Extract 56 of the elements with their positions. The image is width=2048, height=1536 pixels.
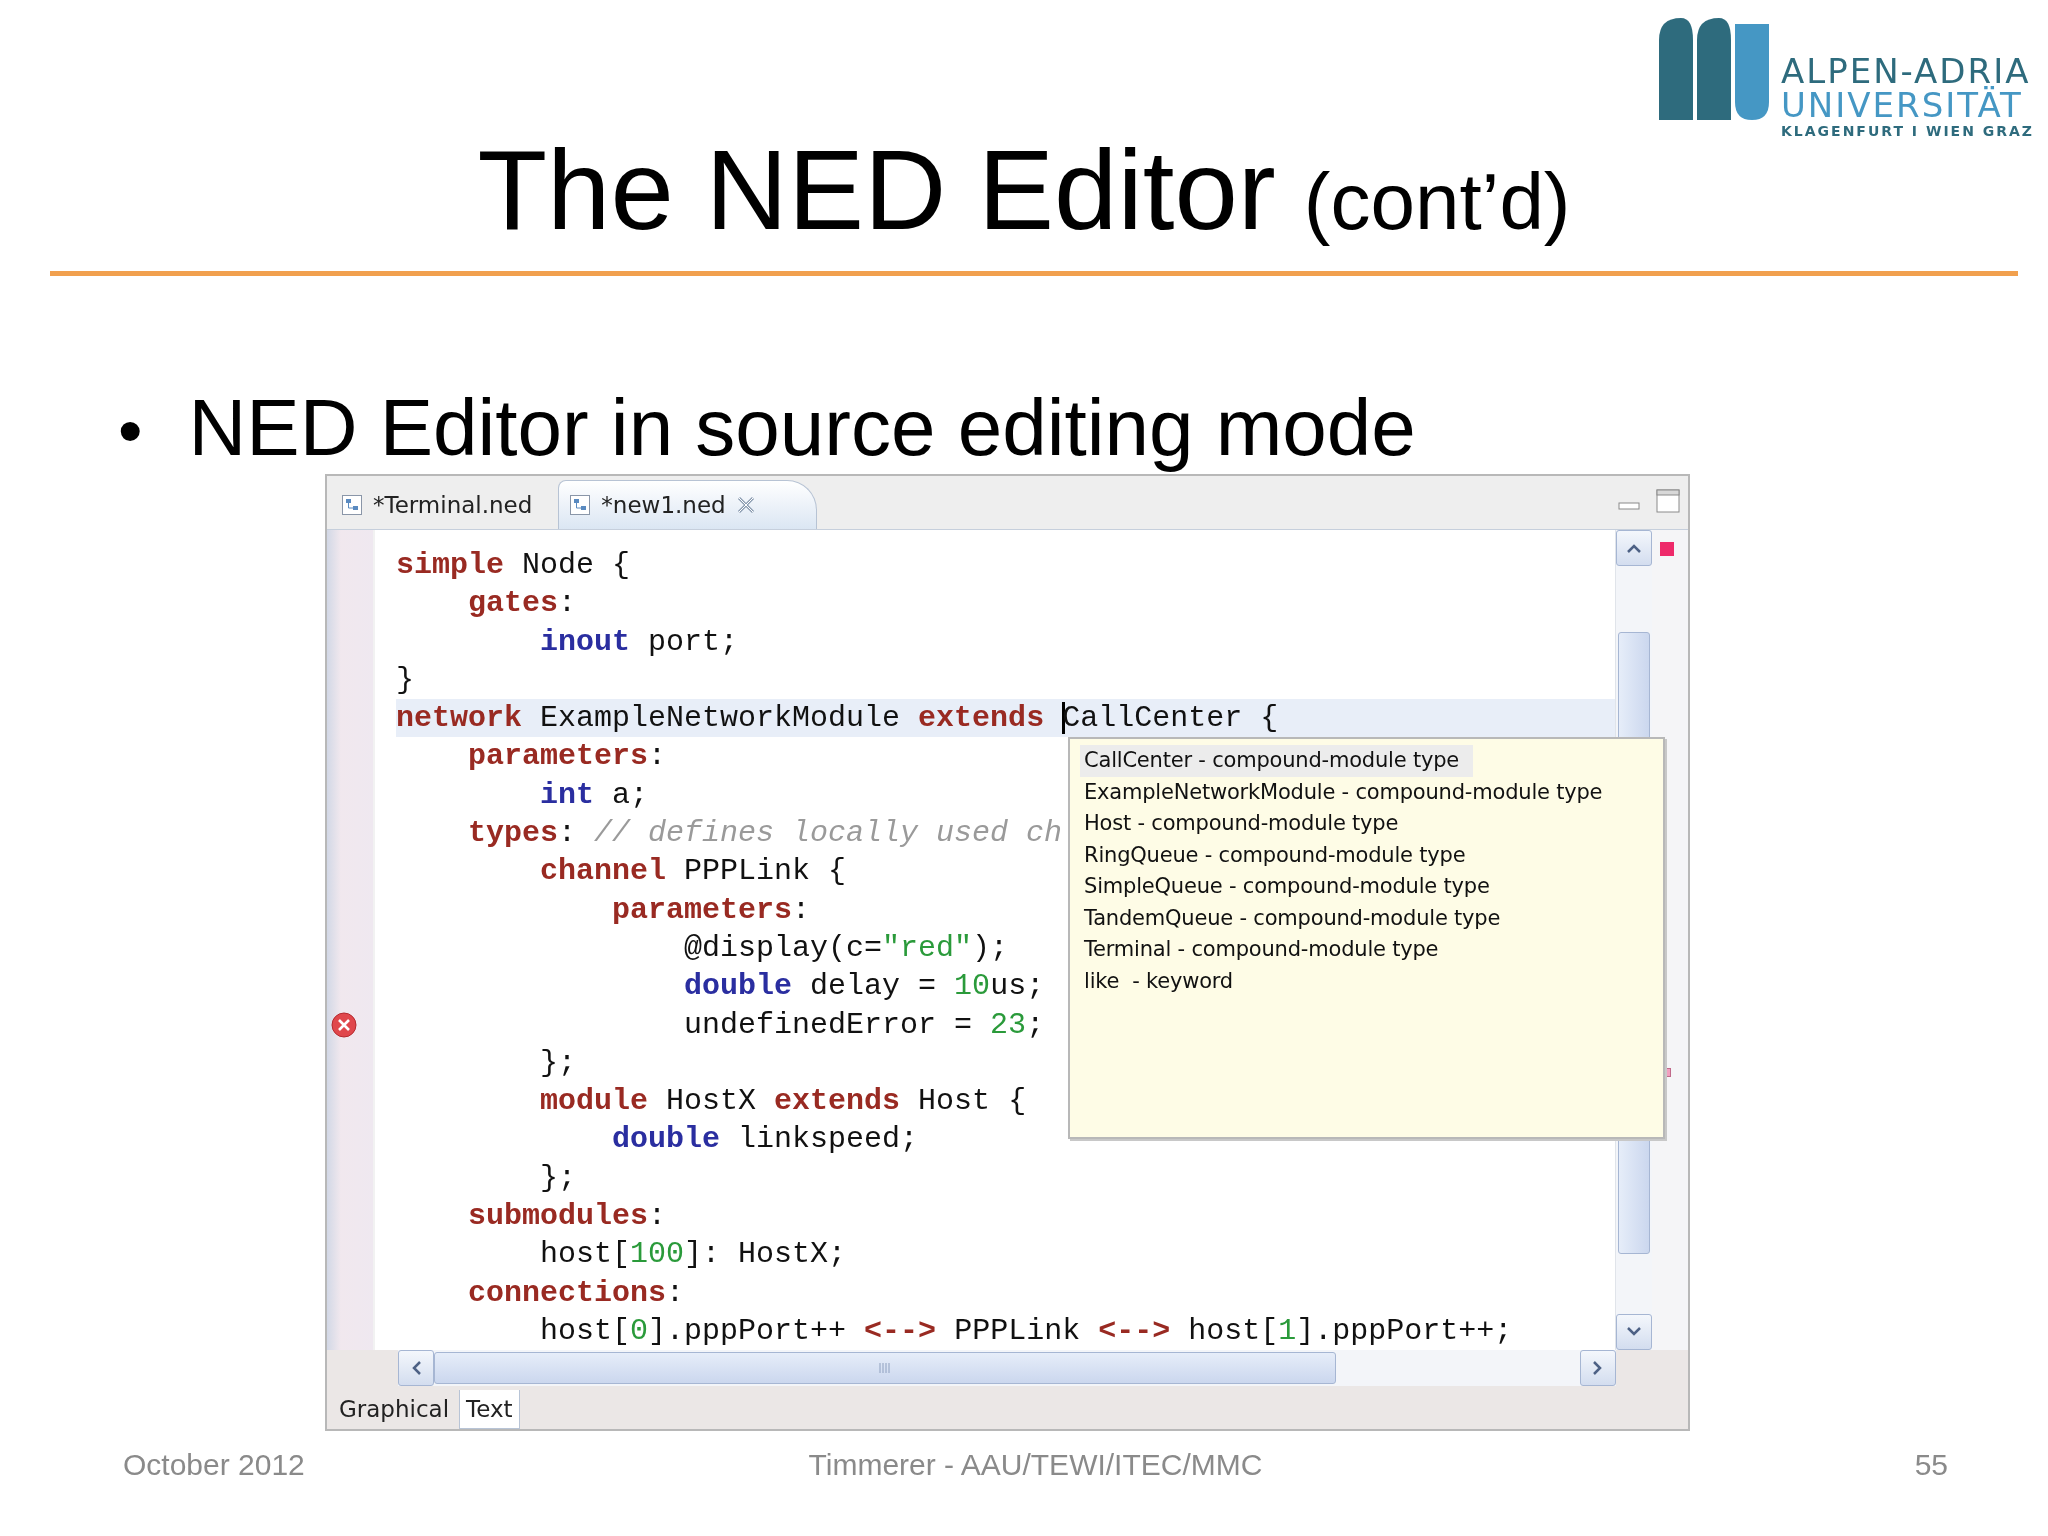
mode-tab[interactable]: Text — [459, 1390, 520, 1429]
page-number: 55 — [1914, 1447, 1948, 1483]
file-icon — [341, 494, 363, 516]
error-marker — [1660, 542, 1674, 556]
code-line: parameters: — [611, 891, 811, 929]
code-line: channel PPPLink { — [539, 853, 847, 891]
code-line: } — [396, 661, 414, 699]
code-line: submodules: — [467, 1198, 667, 1236]
code-line: double delay = 10us; — [683, 968, 1045, 1006]
completion-item[interactable]: Host - compound-module type — [1080, 808, 1413, 840]
code-line: host[100]: HostX; — [539, 1236, 847, 1274]
code-line: undefinedError = 23; — [683, 1006, 1045, 1044]
code-line: inout port; — [539, 623, 739, 661]
bullet-marker: • — [118, 391, 143, 471]
completion-item[interactable]: SimpleQueue - compound-module type — [1080, 871, 1504, 903]
file-tab[interactable]: *new1.ned — [558, 480, 817, 529]
code-line: @display(c="red"); — [683, 929, 1009, 967]
code-line: double linkspeed; — [611, 1121, 919, 1159]
file-tab[interactable]: *Terminal.ned — [331, 481, 553, 529]
completion-item[interactable]: Terminal - compound-module type — [1080, 934, 1453, 966]
chevron-down-icon — [1626, 1327, 1642, 1337]
code-line: }; — [539, 1044, 577, 1082]
code-line: connections: — [467, 1274, 685, 1312]
footer-author: Timmerer - AAU/TEWI/ITEC/MMC — [808, 1447, 1263, 1483]
slide-title-suffix: (cont’d) — [1303, 156, 1571, 248]
file-icon — [569, 494, 592, 516]
code-line: host[0].pppPort++ <--> PPPLink <--> host[1].pppPort++; — [539, 1312, 1513, 1350]
completion-item[interactable]: ExampleNetworkModule - compound-module type — [1080, 776, 1617, 808]
chevron-right-icon — [1593, 1360, 1603, 1376]
code-line: module HostX extends Host { — [539, 1083, 1027, 1121]
chevron-left-icon — [411, 1360, 421, 1376]
logo-wordmark: UNIVERSITÄT — [1780, 88, 2024, 122]
code-line: gates: — [467, 585, 577, 623]
code-line: simple Node { — [396, 547, 631, 584]
mode-tab[interactable]: Graphical — [333, 1390, 456, 1428]
scroll-left-button[interactable] — [398, 1350, 434, 1386]
footer-date: October 2012 — [123, 1447, 306, 1483]
code-line: }; — [539, 1159, 577, 1197]
grip-icon — [879, 1363, 891, 1373]
logo-mark-icon — [1658, 18, 1769, 120]
code-line: int a; — [539, 776, 649, 814]
code-line: types: // defines locally used ch — [467, 815, 1063, 853]
completion-item[interactable]: RingQueue - compound-module type — [1080, 839, 1480, 871]
logo-tagline: KLAGENFURT I WIEN GRAZ — [1780, 122, 2034, 140]
scroll-up-button[interactable] — [1616, 530, 1652, 566]
scroll-right-button[interactable] — [1580, 1350, 1616, 1386]
completion-item[interactable]: CallCenter - compound-module type — [1080, 745, 1474, 777]
close-icon[interactable] — [735, 495, 756, 515]
code-line: parameters: — [467, 738, 667, 776]
completion-item[interactable]: like - keyword — [1080, 965, 1247, 997]
scroll-thumb[interactable] — [434, 1352, 1336, 1384]
horizontal-scrollbar[interactable] — [398, 1350, 1616, 1386]
slide-title: The NED Editor — [477, 125, 1276, 255]
chevron-up-icon — [1626, 543, 1642, 553]
scroll-down-button[interactable] — [1616, 1314, 1652, 1350]
completion-item[interactable]: TandemQueue - compound-module type — [1080, 902, 1515, 934]
